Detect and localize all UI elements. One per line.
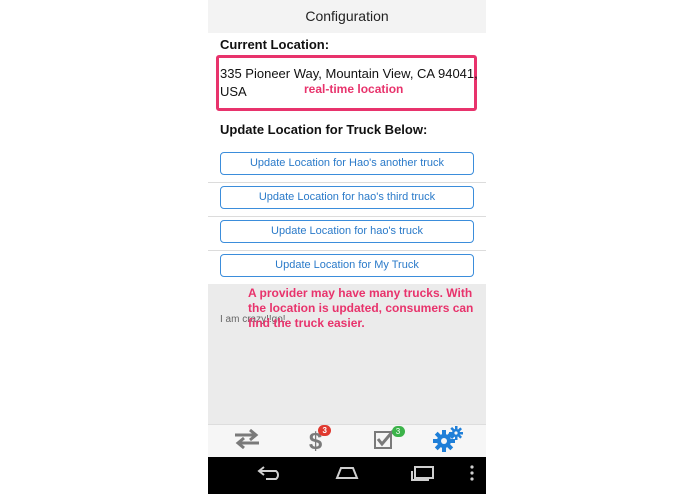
tab-payments[interactable]: $ 3: [281, 424, 350, 458]
list-item: Update Location for hao's third truck: [208, 182, 486, 217]
home-button[interactable]: [329, 457, 365, 494]
overflow-menu-icon: [470, 465, 474, 486]
bottom-tab-bar: $ 3 3: [208, 424, 486, 458]
overflow-menu-button[interactable]: [464, 457, 480, 494]
payments-count-badge: 3: [318, 424, 332, 436]
tab-tasks[interactable]: 3: [350, 425, 419, 458]
gears-icon: [432, 425, 463, 458]
swap-arrows-icon: [233, 428, 261, 455]
home-icon: [332, 466, 362, 485]
update-location-button-haos-truck[interactable]: Update Location for hao's truck: [220, 220, 474, 243]
annotation-real-time-location: real-time location: [304, 82, 404, 96]
tab-swap[interactable]: [212, 425, 281, 458]
update-location-button-haos-third-truck[interactable]: Update Location for hao's third truck: [220, 186, 474, 209]
checkbox-icon: 3: [373, 425, 405, 455]
list-item: Update Location for My Truck: [208, 250, 486, 285]
recent-apps-icon: [409, 465, 437, 486]
back-icon: [256, 465, 284, 486]
current-location-label: Current Location:: [220, 37, 330, 52]
tab-settings[interactable]: [413, 425, 482, 458]
page-title: Configuration: [208, 0, 486, 33]
update-location-label: Update Location for Truck Below:: [220, 122, 428, 137]
address-line-1: 335 Pioneer Way, Mountain View, CA 94041…: [220, 66, 478, 81]
back-button[interactable]: [252, 457, 288, 494]
system-nav-bar: [208, 457, 486, 494]
annotation-many-trucks: A provider may have many trucks. With th…: [248, 286, 474, 330]
update-location-button-haos-another-truck[interactable]: Update Location for Hao's another truck: [220, 152, 474, 175]
list-item: Update Location for Hao's another truck: [208, 148, 486, 183]
log-area: I am crazy!!go! A provider may have many…: [208, 284, 486, 424]
recent-apps-button[interactable]: [405, 457, 441, 494]
app-screen: Configuration Current Location: 335 Pion…: [208, 0, 486, 494]
tasks-count-badge: 3: [391, 425, 405, 437]
dollar-icon: $ 3: [309, 424, 332, 456]
update-location-button-my-truck[interactable]: Update Location for My Truck: [220, 254, 474, 277]
list-item: Update Location for hao's truck: [208, 216, 486, 251]
